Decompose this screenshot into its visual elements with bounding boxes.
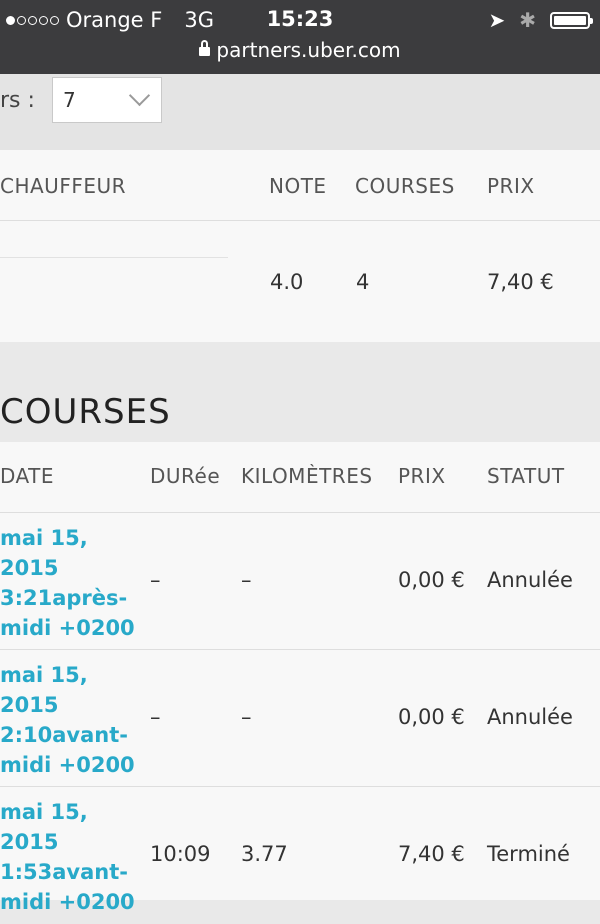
divider [0,220,600,221]
section-title: COURSES [0,392,171,432]
drivers-table: CHAUFFEUR NOTE COURSES PRIX 4.0 4 7,40 € [0,150,600,342]
trip-prix: 0,00 € [398,568,465,592]
status-bar: Orange F 3G 15:23 ➤ ✱ partners.uber.com [0,0,600,74]
trip-duree: – [150,705,161,729]
trip-prix: 0,00 € [398,705,465,729]
lock-icon [199,40,211,56]
driver-courses: 4 [356,270,370,294]
trip-statut: Annulée [487,705,573,729]
trip-km: – [241,568,252,592]
date-line: mai 15, [0,526,88,550]
date-line: 1:53avant- [0,860,128,884]
trip-date-link[interactable]: mai 15, 2015 3:21après- midi +0200 [0,523,140,643]
battery-icon [550,11,593,29]
filter-label: rs : [0,88,35,113]
bluetooth-icon: ✱ [519,8,536,32]
trip-km: 3.77 [241,842,288,866]
trip-statut: Annulée [487,568,573,592]
header-date: DATE [0,464,55,488]
date-line: mai 15, [0,800,88,824]
header-courses: COURSES [355,174,455,198]
trip-duree: – [150,568,161,592]
trip-date-link[interactable]: mai 15, 2015 1:53avant- midi +0200 [0,797,140,917]
header-duree: DURée [150,464,221,488]
url-text: partners.uber.com [216,38,401,62]
location-icon: ➤ [488,8,506,32]
trip-km: – [241,705,252,729]
driver-prix: 7,40 € [487,270,554,294]
table-row: mai 15, 2015 2:10avant- midi +0200 – – 0… [0,650,600,787]
date-line: 2015 [0,830,59,854]
driver-name-field [0,257,228,258]
date-line: midi +0200 [0,890,135,914]
header-prix: PRIX [398,464,446,488]
header-note: NOTE [269,174,327,198]
date-line: midi +0200 [0,616,135,640]
date-line: mai 15, [0,663,88,687]
select-value: 7 [63,88,76,112]
date-line: 2:10avant- [0,723,128,747]
trip-duree: 10:09 [150,842,211,866]
date-line: 3:21après- [0,586,128,610]
header-chauffeur: CHAUFFEUR [0,174,127,198]
address-bar[interactable]: partners.uber.com [0,38,600,62]
table-row: mai 15, 2015 3:21après- midi +0200 – – 0… [0,513,600,650]
courses-table: DATE DURée KILOMÈTRES PRIX STATUT mai 15… [0,442,600,914]
date-line: midi +0200 [0,753,135,777]
header-prix: PRIX [487,174,535,198]
date-line: 2015 [0,693,59,717]
trip-prix: 7,40 € [398,842,465,866]
driver-note: 4.0 [270,270,304,294]
chevron-down-icon [128,84,151,107]
table-row: mai 15, 2015 1:53avant- midi +0200 10:09… [0,787,600,924]
trip-date-link[interactable]: mai 15, 2015 2:10avant- midi +0200 [0,660,140,780]
filter-bar: rs : 7 [0,74,600,150]
days-select[interactable]: 7 [52,77,162,123]
header-statut: STATUT [487,464,565,488]
trip-statut: Terminé [487,842,570,866]
header-kilometres: KILOMÈTRES [241,464,373,488]
date-line: 2015 [0,556,59,580]
status-icons: ➤ ✱ [488,8,593,32]
